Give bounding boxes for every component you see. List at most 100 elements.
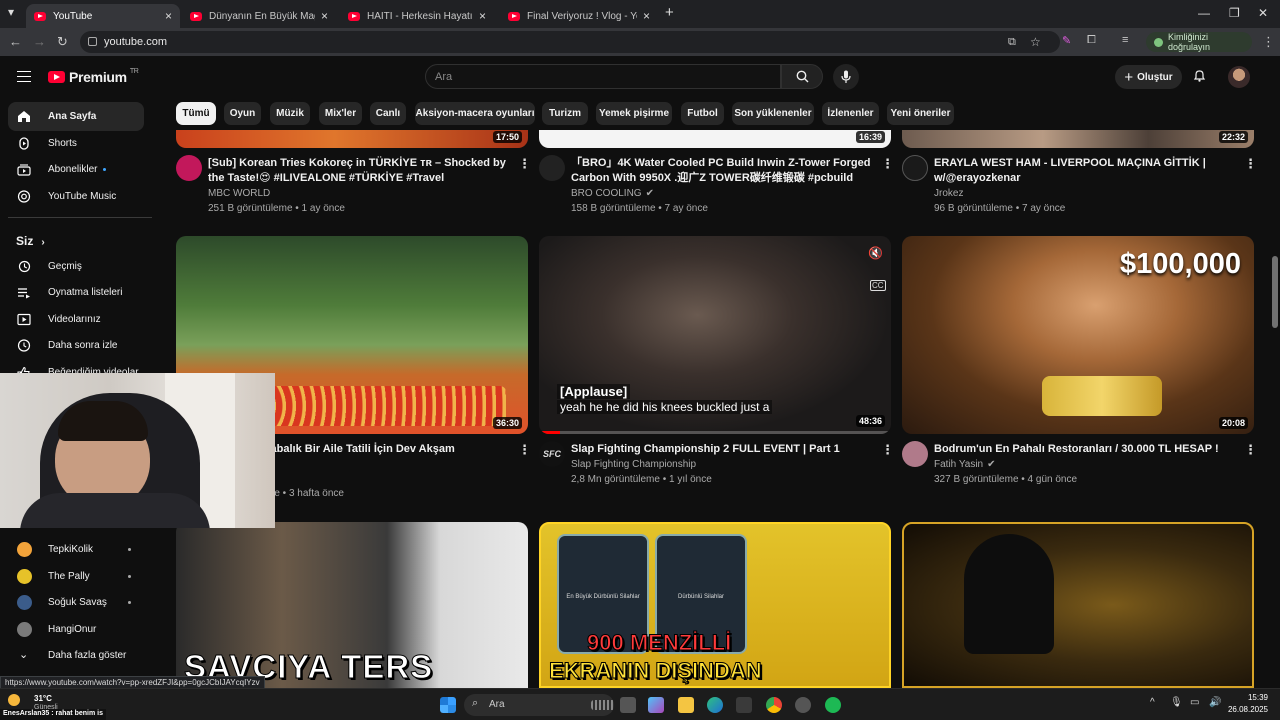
scrollbar-thumb[interactable] [1272, 256, 1278, 328]
video-title[interactable]: ERAYLA WEST HAM - LIVERPOOL MAÇINA GİTTİ… [934, 156, 1239, 186]
microphone-icon[interactable]: 🎙 [1170, 697, 1183, 708]
weather-temp[interactable]: 31°C [34, 694, 52, 703]
channel-avatar[interactable]: SFC [539, 441, 565, 467]
weather-sun-icon[interactable] [8, 694, 20, 706]
chrome-icon[interactable] [766, 697, 782, 713]
sidebar-show-more[interactable]: ⌄ Daha fazla göster [8, 641, 144, 670]
youtube-premium-logo[interactable]: Premium TR [48, 68, 139, 85]
chip-mixes[interactable]: Mix'ler [319, 102, 362, 125]
more-actions-icon[interactable]: ⋮ [881, 442, 894, 458]
close-tab-icon[interactable]: × [479, 9, 486, 23]
maximize-icon[interactable]: ❐ [1229, 6, 1240, 20]
reload-icon[interactable]: ↻ [57, 34, 68, 50]
sidebar-item-shorts[interactable]: Shorts [8, 129, 144, 158]
forward-icon[interactable]: → [33, 34, 46, 49]
chip-action-adventure[interactable]: Aksiyon-macera oyunları [415, 102, 535, 125]
video-thumbnail[interactable]: En Büyük Dürbünlü Silahlar Dürbünlü Sila… [539, 522, 891, 688]
voice-search-button[interactable] [833, 64, 859, 90]
more-actions-icon[interactable]: ⋮ [881, 156, 894, 172]
close-tab-icon[interactable]: × [321, 9, 328, 23]
video-thumbnail[interactable] [902, 522, 1254, 688]
chip-cooking[interactable]: Yemek pişirme [596, 102, 672, 125]
tray-chevron-up-icon[interactable]: ^ [1150, 697, 1155, 708]
video-title[interactable]: 「BRO」4K Water Cooled PC Build Inwin Z-To… [571, 156, 876, 186]
account-avatar[interactable] [1228, 66, 1250, 88]
chip-music[interactable]: Müzik [270, 102, 310, 125]
chip-new-to-you[interactable]: Yeni öneriler [887, 102, 954, 125]
channel-avatar[interactable] [176, 155, 202, 181]
video-thumbnail[interactable]: SAVCIYA TERS [176, 522, 528, 688]
video-title[interactable]: Slap Fighting Championship 2 FULL EVENT … [571, 442, 876, 457]
minimize-icon[interactable]: — [1198, 6, 1210, 20]
video-preview-player[interactable]: 🔇 CC [Applause] yeah he he did his knees… [539, 236, 891, 434]
video-title[interactable]: [Sub] Korean Tries Kokoreç in TÜRKİYE ᴛʀ… [208, 156, 513, 186]
chip-watched[interactable]: İzlenenler [822, 102, 879, 125]
windows-start-icon[interactable] [440, 697, 456, 713]
site-info-icon[interactable] [88, 37, 97, 46]
install-icon[interactable]: ⧉ [1008, 36, 1016, 49]
notifications-bell-icon[interactable] [1193, 69, 1206, 82]
steam-icon[interactable] [795, 697, 811, 713]
mute-icon[interactable]: 🔇 [868, 246, 883, 260]
bookmark-star-icon[interactable]: ☆ [1030, 35, 1041, 49]
sidebar-item-your-videos[interactable]: Videolarınız [8, 305, 144, 334]
more-actions-icon[interactable]: ⋮ [518, 442, 531, 458]
tab-youtube[interactable]: YouTube × [26, 4, 180, 28]
video-thumbnail[interactable]: $100,000 20:08 [902, 236, 1254, 434]
sidebar-item-subscriptions[interactable]: Abonelikler [8, 155, 144, 184]
more-actions-icon[interactable]: ⋮ [518, 156, 531, 172]
sidebar-item-history[interactable]: Geçmiş [8, 252, 144, 281]
sidebar-channel-tepkikolik[interactable]: TepkiKolik [8, 535, 144, 564]
close-tab-icon[interactable]: × [165, 9, 172, 23]
clock-time[interactable]: 15:39 [1238, 693, 1268, 702]
sidebar-channel-hangionur[interactable]: HangiOnur [8, 615, 144, 644]
channel-name[interactable]: Jrokez [934, 188, 963, 199]
channel-avatar[interactable] [902, 441, 928, 467]
chip-recently-uploaded[interactable]: Son yüklenenler [732, 102, 814, 125]
channel-avatar[interactable] [539, 155, 565, 181]
sidebar-you-header[interactable]: Siz › [16, 234, 45, 248]
close-window-icon[interactable]: ✕ [1258, 6, 1268, 20]
chip-tourism[interactable]: Turizm [542, 102, 588, 125]
create-button[interactable]: + Oluştur [1115, 65, 1182, 89]
sidebar-item-home[interactable]: Ana Sayfa [8, 102, 144, 131]
extensions-icon[interactable]: ⧠ [1087, 34, 1096, 47]
profile-verify-chip[interactable]: Kimliğinizi doğrulayın [1146, 32, 1252, 52]
sidebar-item-playlists[interactable]: Oynatma listeleri [8, 278, 144, 307]
channel-name[interactable]: Slap Fighting Championship [571, 459, 696, 470]
hamburger-menu-icon[interactable] [17, 71, 31, 82]
file-explorer-icon[interactable] [678, 697, 694, 713]
search-input[interactable]: Ara [425, 64, 781, 89]
extension-pen-icon[interactable]: ✎ [1062, 34, 1071, 47]
channel-name[interactable]: BRO COOLING ✔ [571, 188, 654, 199]
tab-vlog[interactable]: Final Veriyoruz ! Vlog - YouTube× [500, 4, 658, 28]
captions-icon[interactable]: CC [870, 280, 886, 291]
chip-football[interactable]: Futbol [681, 102, 724, 125]
more-actions-icon[interactable]: ⋮ [1244, 156, 1257, 172]
volume-icon[interactable]: 🔊 [1209, 697, 1221, 708]
sidebar-item-watch-later[interactable]: Daha sonra izle [8, 331, 144, 360]
chip-live[interactable]: Canlı [370, 102, 406, 125]
video-title[interactable]: Bodrum'un En Pahalı Restoranları / 30.00… [934, 442, 1239, 457]
preview-progress-track[interactable] [539, 431, 891, 434]
tab-cave[interactable]: Dünyanın En Büyük Mağarası× [182, 4, 336, 28]
channel-name[interactable]: MBC WORLD [208, 188, 270, 199]
reading-list-icon[interactable]: ≡ [1122, 34, 1128, 46]
chip-all[interactable]: Tümü [176, 102, 216, 125]
copilot-icon[interactable] [648, 697, 664, 713]
video-thumbnail[interactable]: 16:39 [539, 130, 891, 148]
spotify-icon[interactable] [825, 697, 841, 713]
store-icon[interactable] [736, 697, 752, 713]
sidebar-item-youtube-music[interactable]: YouTube Music [8, 182, 144, 211]
url-input[interactable]: youtube.com ⧉ ☆ [80, 31, 1060, 53]
network-icon[interactable]: ▭ [1190, 697, 1199, 708]
search-button[interactable] [781, 64, 823, 89]
task-view-icon[interactable] [620, 697, 636, 713]
back-icon[interactable]: ← [9, 34, 22, 49]
edge-icon[interactable] [707, 697, 723, 713]
tab-haiti[interactable]: HAİTİ - Herkesin Hayatını Satt× [340, 4, 494, 28]
channel-avatar[interactable] [902, 155, 928, 181]
browser-menu-icon[interactable]: ⋮ [1262, 34, 1275, 50]
video-thumbnail[interactable]: 17:50 [176, 130, 528, 148]
more-actions-icon[interactable]: ⋮ [1244, 442, 1257, 458]
